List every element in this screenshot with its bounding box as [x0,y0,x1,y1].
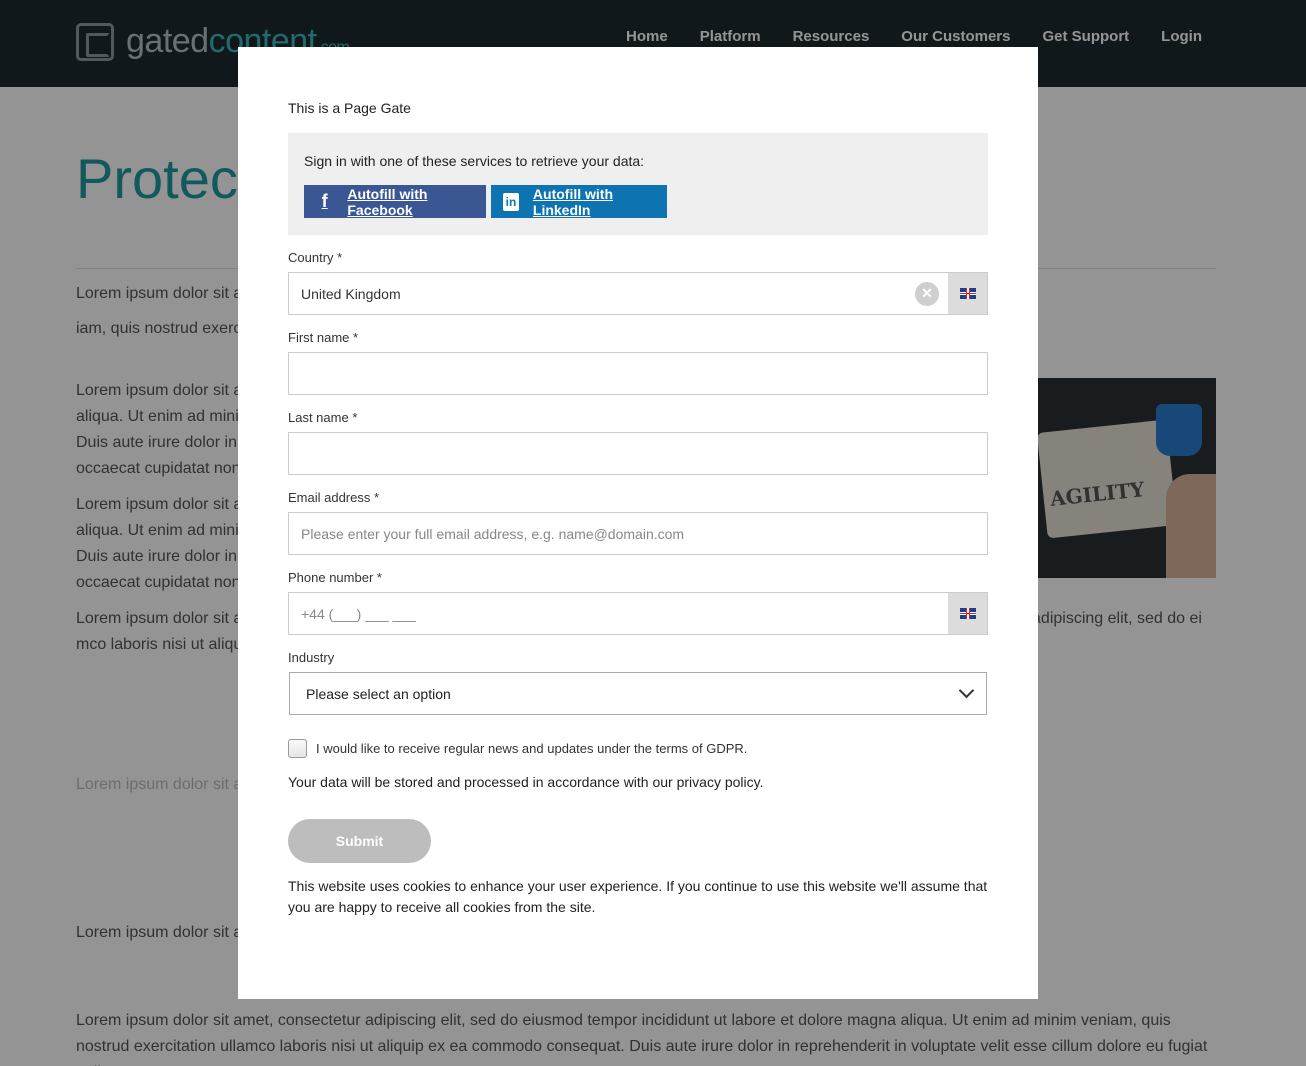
linkedin-button-label: Autofill with LinkedIn [532,185,613,218]
country-flag[interactable] [948,273,987,314]
phone-field[interactable]: +44 (___) ___ ___ [288,592,988,635]
email-label: Email address * [288,490,380,505]
clear-icon[interactable]: ✕ [915,281,939,306]
autofill-facebook-button[interactable]: f Autofill with Facebook [304,185,486,218]
sso-panel: Sign in with one of these services to re… [288,133,988,235]
industry-label: Industry [288,650,335,665]
phone-label: Phone number * [288,570,382,585]
chevron-down-icon [958,682,975,699]
sso-prompt: Sign in with one of these services to re… [304,153,645,169]
email-field[interactable]: Please enter your full email address, e.… [288,512,988,555]
last-name-label: Last name * [288,410,358,425]
country-select[interactable]: United Kingdom ✕ [288,272,988,315]
country-label: Country * [288,250,343,265]
country-value: United Kingdom [301,285,401,302]
industry-selected: Please select an option [306,685,451,702]
first-name-field[interactable] [288,352,988,395]
submit-button[interactable]: Submit [288,819,431,863]
privacy-text: Your data will be stored and processed i… [288,774,764,790]
page-gate-modal: This is a Page Gate Sign in with one of … [238,47,1038,999]
gdpr-row: I would like to receive regular news and… [288,739,747,758]
first-name-label: First name * [288,330,359,345]
modal-title: This is a Page Gate [288,100,411,116]
gdpr-checkbox[interactable] [288,739,307,758]
last-name-field[interactable] [288,432,988,475]
gdpr-label[interactable]: I would like to receive regular news and… [316,741,747,756]
uk-flag-icon [959,288,976,299]
linkedin-icon: in [503,192,519,211]
industry-select[interactable]: Please select an option [289,672,987,715]
uk-flag-icon [959,608,976,619]
facebook-button-label: Autofill with Facebook [347,185,428,218]
email-placeholder: Please enter your full email address, e.… [301,525,685,542]
cookie-notice: This website uses cookies to enhance you… [288,878,988,915]
phone-country-flag[interactable] [948,593,987,634]
facebook-icon: f [321,191,328,211]
autofill-linkedin-button[interactable]: in Autofill with LinkedIn [491,185,667,218]
phone-value: +44 (___) ___ ___ [301,605,416,622]
